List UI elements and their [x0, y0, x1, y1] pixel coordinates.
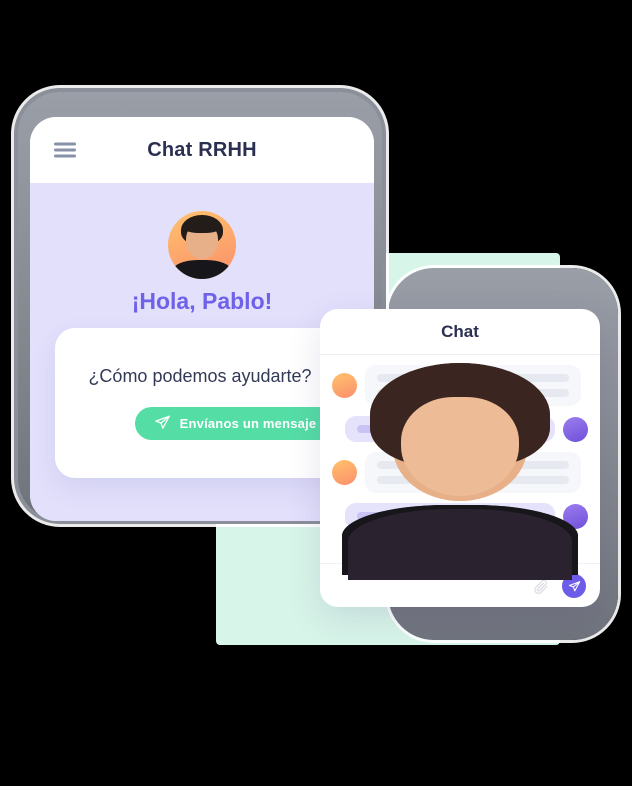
paperclip-icon[interactable]	[533, 578, 550, 595]
contact-avatar	[320, 355, 600, 580]
avatar-face-art	[168, 211, 236, 279]
send-message-label: Envíanos un mensaje	[179, 416, 317, 431]
contact-avatar-art	[320, 355, 600, 580]
chat-message-list[interactable]	[320, 355, 600, 580]
chat-title: Chat	[441, 321, 479, 341]
greeting-text: ¡Hola, Pablo!	[131, 288, 273, 314]
hamburger-line-2	[54, 148, 76, 152]
contact-avatar-shirt	[348, 508, 572, 580]
avatar-fringe	[182, 217, 222, 233]
hamburger-line-1	[54, 142, 76, 146]
phone-top-bar: Chat RRHH	[30, 117, 374, 183]
avatar-shirt	[173, 259, 231, 279]
avatar	[168, 211, 236, 279]
help-question: ¿Cómo podemos ayudarte?	[88, 366, 312, 386]
hamburger-line-3	[54, 154, 76, 158]
page-title: Chat RRHH	[147, 138, 257, 161]
hamburger-menu-icon[interactable]	[54, 142, 76, 158]
paper-plane-icon	[154, 414, 171, 434]
chat-header: Chat	[320, 309, 600, 355]
chat-message-row	[320, 355, 600, 580]
chat-window: Chat	[320, 309, 600, 607]
illustration-canvas: Chat RRHH ¡Hola, Pablo! ¿Cómo podemos ay…	[0, 0, 632, 786]
send-message-button[interactable]: Envíanos un mensaje	[135, 407, 335, 440]
